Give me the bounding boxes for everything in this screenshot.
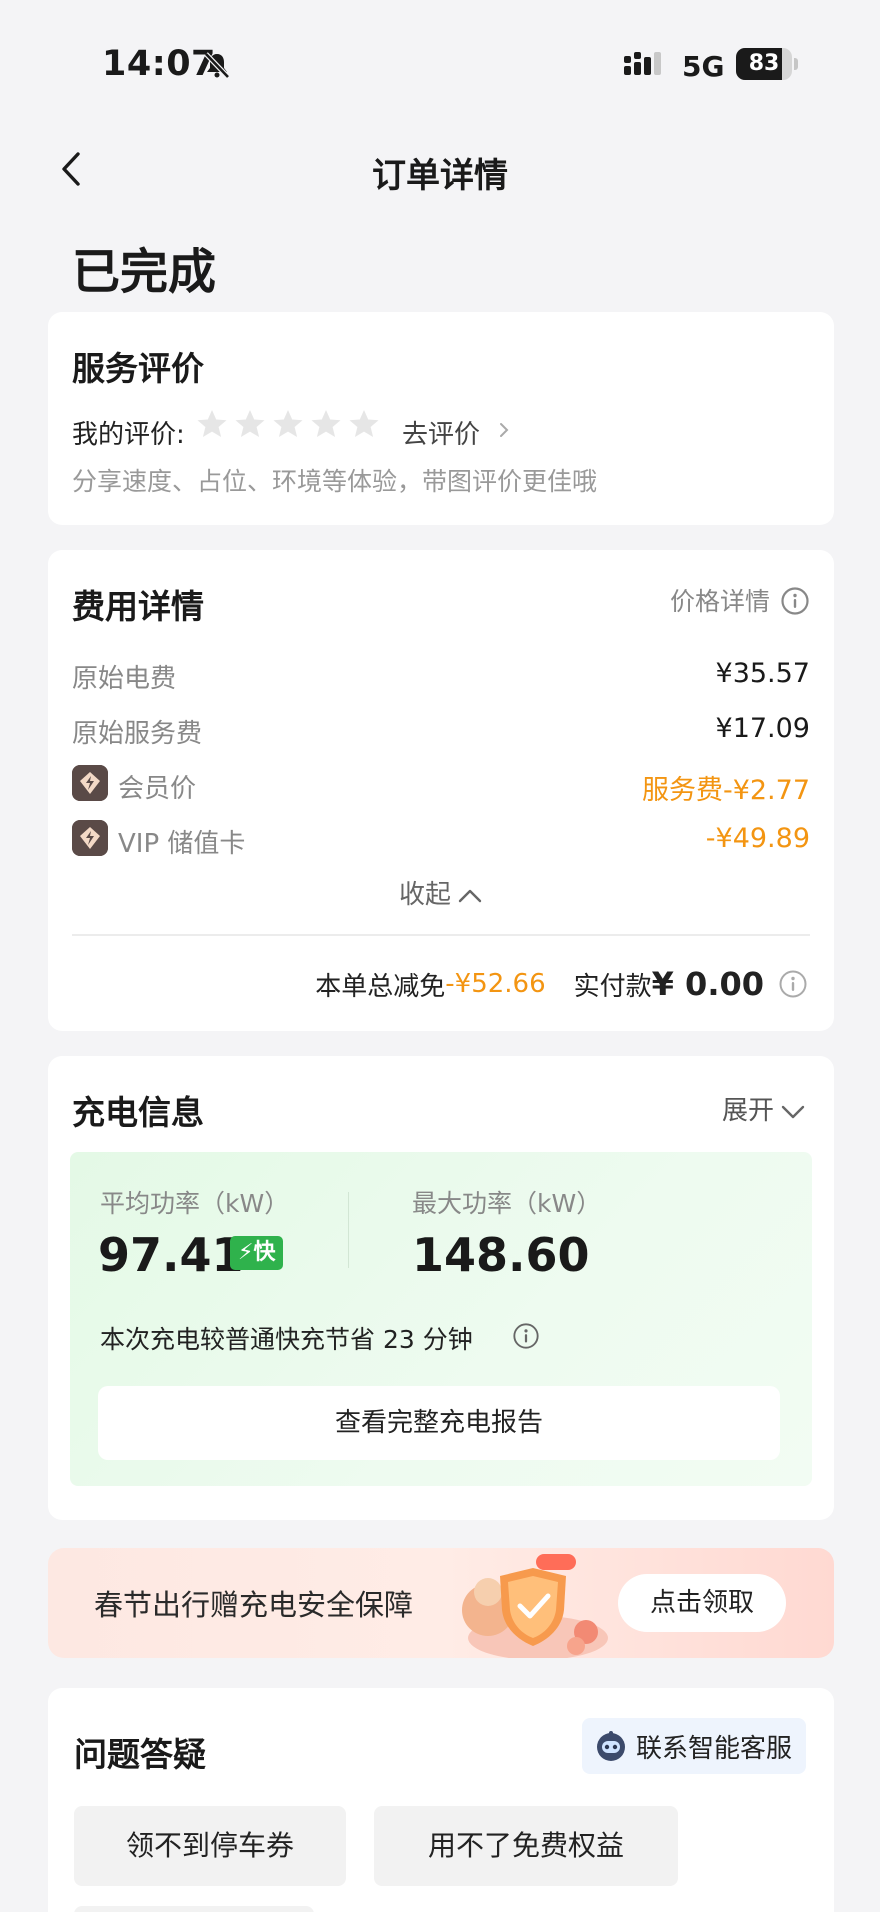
fee-value: ¥35.57 xyxy=(715,658,810,689)
claim-button[interactable]: 点击领取 xyxy=(618,1574,786,1632)
fee-value: -¥49.89 xyxy=(705,823,810,854)
price-detail-link[interactable]: 价格详情 xyxy=(670,582,770,618)
rating-stars[interactable] xyxy=(196,408,380,444)
fast-badge-label: 快 xyxy=(253,1240,276,1265)
expand-label: 展开 xyxy=(721,1096,774,1126)
go-review-link[interactable]: 去评价 xyxy=(402,414,480,451)
my-review-label: 我的评价: xyxy=(72,420,185,450)
network-type: 5G xyxy=(682,50,725,83)
review-title: 服务评价 xyxy=(72,349,204,388)
star-icon[interactable] xyxy=(348,408,380,440)
fee-label: 原始服务费 xyxy=(72,719,203,749)
lightning-icon: ⚡ xyxy=(238,1240,254,1265)
fast-charge-badge: ⚡快 xyxy=(230,1236,284,1270)
payment-summary: 本单总减免 -¥52.66 实付款 ¥ 0.00 xyxy=(315,962,808,1006)
faq-chip[interactable] xyxy=(74,1906,314,1912)
chevron-right-icon[interactable] xyxy=(496,420,512,440)
fee-label: 原始电费 xyxy=(72,664,177,694)
paid-label: 实付款 xyxy=(573,971,652,1002)
fee-value: 服务费-¥2.77 xyxy=(641,775,810,806)
info-icon[interactable] xyxy=(512,1322,540,1350)
divider xyxy=(72,934,810,936)
star-icon[interactable] xyxy=(310,408,342,440)
total-discount-label: 本单总减免 xyxy=(315,971,446,1002)
nav-bar: 订单详情 xyxy=(0,130,880,210)
collapse-button[interactable]: 收起 xyxy=(48,874,834,911)
contact-support-label: 联系智能客服 xyxy=(635,1733,792,1764)
chevron-down-icon xyxy=(781,1105,805,1118)
member-diamond-icon xyxy=(72,765,108,801)
star-icon[interactable] xyxy=(196,408,228,440)
promo-text: 春节出行赠充电安全保障 xyxy=(94,1588,414,1622)
battery-percent: 83 xyxy=(748,51,780,76)
page-title: 订单详情 xyxy=(372,156,508,196)
status-time: 14:07 xyxy=(102,44,216,84)
charging-title: 充电信息 xyxy=(72,1093,204,1132)
view-report-button[interactable]: 查看完整充电报告 xyxy=(98,1386,780,1460)
power-panel: 平均功率（kW） 最大功率（kW） 97.41 ⚡快 148.60 本次充电较普… xyxy=(70,1152,812,1486)
charging-info-card: 充电信息 展开 平均功率（kW） 最大功率（kW） 97.41 ⚡快 148.6… xyxy=(48,1056,834,1520)
star-icon[interactable] xyxy=(272,408,304,440)
vip-diamond-icon xyxy=(72,820,108,856)
review-hint: 分享速度、占位、环境等体验，带图评价更佳哦 xyxy=(72,467,598,496)
avg-power-value: 97.41 xyxy=(98,1228,244,1282)
service-review-card: 服务评价 我的评价: 去评价 分享速度、占位、环境等体验，带图评价更佳哦 xyxy=(48,312,834,525)
fee-label: VIP 储值卡 xyxy=(118,829,246,859)
info-icon[interactable] xyxy=(780,586,810,616)
cost-detail-card: 费用详情 价格详情 原始电费 ¥35.57 原始服务费 ¥17.09 会员价 服… xyxy=(48,550,834,1031)
avg-power-label: 平均功率（kW） xyxy=(100,1189,290,1218)
signal-icon xyxy=(624,52,661,75)
order-detail-page: 14:07 5G 83 订单详情 已完成 服务评价 我的评价: 去评价 分享速度… xyxy=(0,0,880,1912)
contact-support-button[interactable]: 联系智能客服 xyxy=(581,1718,806,1774)
faq-chip[interactable]: 用不了免费权益 xyxy=(374,1806,678,1886)
robot-icon xyxy=(596,1731,625,1761)
fee-row-vip-card: VIP 储值卡 -¥49.89 xyxy=(72,820,810,863)
info-icon[interactable] xyxy=(778,969,808,999)
faq-card: 问题答疑 联系智能客服 领不到停车券 用不了免费权益 xyxy=(48,1688,834,1912)
chevron-up-icon xyxy=(458,889,482,902)
status-bar: 14:07 5G 83 xyxy=(0,0,880,130)
faq-chip[interactable]: 领不到停车券 xyxy=(74,1806,346,1886)
total-discount-value: -¥52.66 xyxy=(445,969,546,999)
battery-icon: 83 xyxy=(736,48,798,80)
cost-title: 费用详情 xyxy=(72,587,204,626)
divider xyxy=(348,1192,349,1268)
fee-row-electricity: 原始电费 ¥35.57 xyxy=(72,658,810,698)
mute-bell-icon xyxy=(204,52,230,79)
promo-banner[interactable]: 春节出行赠充电安全保障 点击领取 xyxy=(48,1548,834,1658)
max-power-value: 148.60 xyxy=(412,1228,590,1282)
shield-mascot-illustration xyxy=(462,1554,608,1658)
star-icon[interactable] xyxy=(234,408,266,440)
fee-value: ¥17.09 xyxy=(715,713,810,744)
fee-row-service: 原始服务费 ¥17.09 xyxy=(72,713,810,753)
collapse-label: 收起 xyxy=(398,880,451,910)
order-status: 已完成 xyxy=(72,244,217,300)
faq-title: 问题答疑 xyxy=(74,1735,206,1774)
fee-row-member: 会员价 服务费-¥2.77 xyxy=(72,765,810,808)
max-power-label: 最大功率（kW） xyxy=(412,1189,602,1218)
expand-button[interactable]: 展开 xyxy=(722,1090,806,1127)
paid-amount: ¥ 0.00 xyxy=(651,965,764,1003)
fee-label: 会员价 xyxy=(118,774,197,804)
time-saving-text: 本次充电较普通快充节省 23 分钟 xyxy=(100,1325,473,1354)
